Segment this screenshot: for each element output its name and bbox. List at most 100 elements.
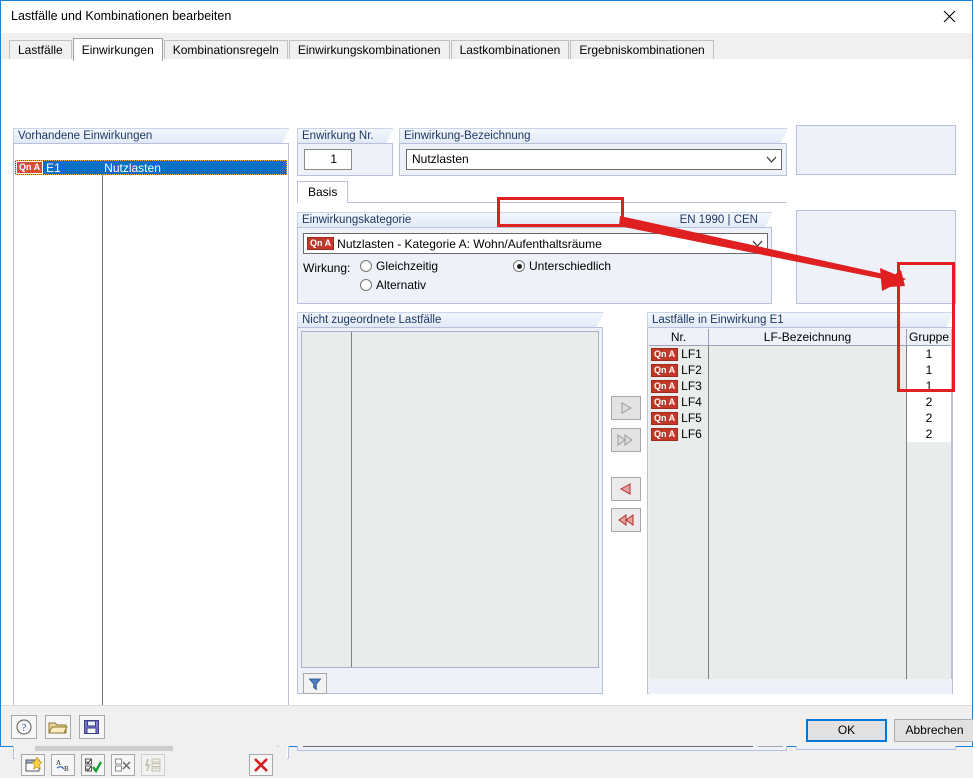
tab-kombinationsregeln[interactable]: Kombinationsregeln [163, 40, 288, 60]
row-gruppe[interactable]: 1 [907, 346, 951, 362]
action-name-combo[interactable]: Nutzlasten [406, 149, 782, 170]
close-icon[interactable] [926, 1, 972, 32]
column-header-description[interactable]: LF-Bezeichnung [709, 329, 907, 345]
action-category-combo[interactable]: Qn A Nutzlasten - Kategorie A: Wohn/Aufe… [303, 233, 768, 254]
list-item[interactable]: Qn A E1 Nutzlasten [15, 160, 287, 175]
list-column-divider [102, 175, 103, 733]
unassign-one-button[interactable] [611, 477, 641, 501]
radio-circle-icon [360, 279, 372, 291]
unassign-all-button[interactable] [611, 508, 641, 532]
assign-one-button[interactable] [611, 396, 641, 420]
tab-einwirkungen[interactable]: Einwirkungen [72, 38, 163, 61]
assigned-loadcases-caption: Lastfälle in Einwirkung E1 [647, 312, 953, 327]
help-question-icon[interactable]: ? [11, 715, 37, 739]
row-description[interactable] [709, 410, 907, 426]
tab-lastfaelle[interactable]: Lastfälle [9, 40, 72, 60]
select-all-button[interactable] [81, 754, 105, 776]
tab-strip: Lastfälle Einwirkungen Kombinationsregel… [1, 33, 972, 61]
action-name-panel: Einwirkung-Bezeichnung Nutzlasten [399, 128, 787, 176]
list-toolbar: A B [15, 751, 287, 778]
row-nr: LF3 [681, 379, 702, 393]
radio-gleichzeitig-label: Gleichzeitig [376, 259, 439, 273]
row-description[interactable] [709, 394, 907, 410]
action-number-body: 1 [297, 143, 393, 176]
unassigned-loadcases-grid[interactable] [301, 331, 599, 668]
dialog-window: Lastfälle und Kombinationen bearbeiten L… [0, 0, 973, 778]
assigned-loadcases-panel: Lastfälle in Einwirkung E1 Nr. LF-Bezeic… [647, 312, 953, 694]
new-action-button[interactable] [21, 754, 45, 776]
grid-right-border [951, 329, 952, 679]
filter-funnel-icon[interactable] [303, 673, 327, 694]
row-nr: LF4 [681, 395, 702, 409]
assigned-loadcases-grid[interactable]: Nr. LF-Bezeichnung Gruppe Qn A LF1 1 Qn A… [649, 329, 952, 679]
table-row[interactable]: Qn A LF3 1 [649, 378, 952, 394]
row-description[interactable] [709, 378, 907, 394]
column-header-nr[interactable]: Nr. [649, 329, 709, 345]
row-nr: LF1 [681, 347, 702, 361]
qn-a-badge: Qn A [16, 161, 44, 174]
existing-actions-body: Qn A E1 Nutzlasten ‹ › [13, 143, 289, 778]
table-row[interactable]: Qn A LF2 1 [649, 362, 952, 378]
assigned-loadcases-body: Nr. LF-Bezeichnung Gruppe Qn A LF1 1 Qn A… [647, 327, 953, 694]
action-number-input[interactable]: 1 [304, 149, 352, 170]
grid-empty-area[interactable] [649, 442, 952, 679]
table-row[interactable]: Qn A LF1 1 [649, 346, 952, 362]
list-item-name: Nutzlasten [104, 160, 161, 175]
tab-basis[interactable]: Basis [297, 181, 349, 203]
row-gruppe[interactable]: 1 [907, 362, 951, 378]
action-category-caption: Einwirkungskategorie [302, 214, 412, 226]
column-header-gruppe[interactable]: Gruppe [907, 329, 951, 345]
grid-column-divider [351, 332, 352, 667]
assign-all-button[interactable] [611, 428, 641, 452]
row-gruppe[interactable]: 2 [907, 394, 951, 410]
delete-button[interactable] [249, 754, 273, 776]
rename-action-button[interactable]: A B [51, 754, 75, 776]
deselect-all-button[interactable] [111, 754, 135, 776]
row-gruppe[interactable]: 2 [907, 426, 951, 442]
chevron-down-icon[interactable] [766, 150, 777, 169]
empty-col-gruppe [907, 442, 951, 679]
svg-text:A: A [56, 759, 61, 767]
cancel-button[interactable]: Abbrechen [894, 719, 973, 742]
tab-ergebniskombinationen[interactable]: Ergebniskombinationen [570, 40, 714, 60]
action-category-caption-bar: Einwirkungskategorie EN 1990 | CEN [297, 212, 772, 227]
row-description[interactable] [709, 362, 907, 378]
radio-gleichzeitig[interactable]: Gleichzeitig [360, 259, 438, 273]
table-row[interactable]: Qn A LF6 2 [649, 426, 952, 442]
row-description[interactable] [709, 426, 907, 442]
table-row[interactable]: Qn A LF4 2 [649, 394, 952, 410]
existing-actions-panel: Vorhandene Einwirkungen Qn A E1 Nutzlast… [13, 128, 289, 778]
unassigned-loadcases-panel: Nicht zugeordnete Lastfälle [297, 312, 603, 694]
radio-unterschiedlich-label: Unterschiedlich [529, 259, 612, 273]
list-item-nr: E1 [46, 160, 61, 175]
table-row[interactable]: Qn A LF5 2 [649, 410, 952, 426]
row-description[interactable] [709, 346, 907, 362]
tab-lastkombinationen[interactable]: Lastkombinationen [450, 40, 570, 60]
title-bar: Lastfälle und Kombinationen bearbeiten [1, 1, 972, 33]
empty-col-description [709, 442, 907, 679]
radio-unterschiedlich[interactable]: Unterschiedlich [513, 259, 611, 273]
action-category-value: Nutzlasten - Kategorie A: Wohn/Aufenthal… [337, 236, 602, 251]
row-nr: LF5 [681, 411, 702, 425]
grid-rows: Qn A LF1 1 Qn A LF2 1 Qn A LF3 1 Qn A LF… [649, 346, 952, 442]
row-gruppe[interactable]: 1 [907, 378, 951, 394]
save-floppy-icon[interactable] [79, 715, 105, 739]
empty-col-nr [649, 442, 709, 679]
grid-header-row: Nr. LF-Bezeichnung Gruppe [649, 329, 952, 346]
ok-button[interactable]: OK [806, 719, 887, 742]
open-folder-icon[interactable] [45, 715, 71, 739]
action-name-value: Nutzlasten [412, 152, 469, 166]
row-nr: LF2 [681, 363, 702, 377]
tab-einwirkungskombinationen[interactable]: Einwirkungskombinationen [288, 40, 450, 60]
unassigned-loadcases-caption: Nicht zugeordnete Lastfälle [297, 312, 603, 327]
qn-a-badge: Qn A [651, 427, 679, 441]
svg-text:B: B [64, 765, 69, 773]
existing-actions-list[interactable]: Qn A E1 Nutzlasten [15, 160, 287, 733]
row-gruppe[interactable]: 2 [907, 410, 951, 426]
qn-a-badge: Qn A [307, 237, 335, 250]
radio-alternativ[interactable]: Alternativ [360, 278, 426, 292]
grid-footer [649, 679, 952, 694]
radio-circle-selected-icon [513, 260, 525, 272]
qn-a-badge: Qn A [651, 379, 679, 393]
chevron-down-icon[interactable] [752, 234, 763, 253]
